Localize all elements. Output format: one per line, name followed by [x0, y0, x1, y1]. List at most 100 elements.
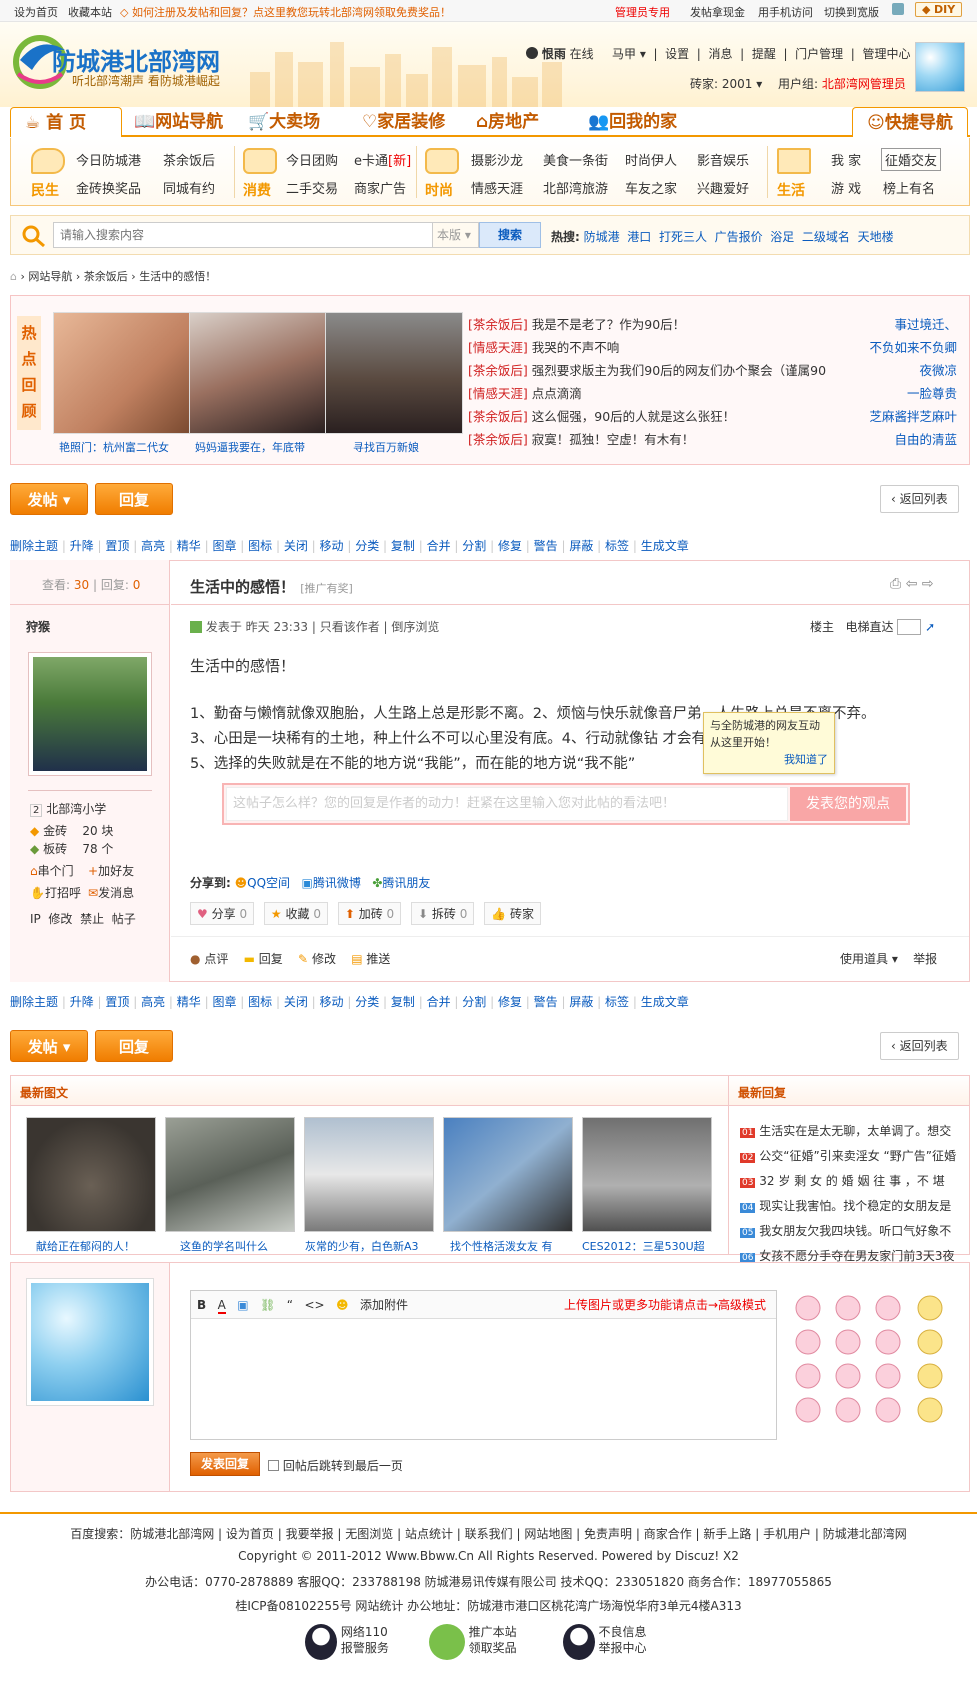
- search-scope-select[interactable]: 本版 ▾: [433, 222, 479, 248]
- author-level[interactable]: 2 北部湾小学: [30, 800, 106, 817]
- nav-my-home[interactable]: 👥回我的家: [588, 107, 677, 137]
- pig-emoji-icon[interactable]: [790, 1290, 960, 1430]
- greet-button[interactable]: ✋打招呼: [30, 884, 81, 901]
- mod-tool-link[interactable]: 删除主题: [10, 539, 58, 553]
- bookmark-link[interactable]: 收藏本站: [68, 4, 112, 20]
- cat-link-myhome[interactable]: 我 家: [831, 150, 861, 169]
- hot-thread[interactable]: [茶余饭后] 强烈要求版主为我们90后的网友们办个聚会（谨属90: [468, 360, 826, 379]
- mod-tool-link[interactable]: 高亮: [141, 539, 165, 553]
- post-new-button[interactable]: 发帖 ▾: [10, 1030, 88, 1062]
- list-item[interactable]: 01 生活实在是太无聊，太单调了。想交: [740, 1120, 956, 1145]
- reply-textarea[interactable]: [191, 1320, 776, 1439]
- footer-link[interactable]: 网站地图: [524, 1527, 572, 1541]
- mod-tool-link[interactable]: 生成文章: [641, 995, 689, 1009]
- hot-thread-user[interactable]: 不负如来不负卿: [869, 337, 957, 356]
- code-icon[interactable]: <>: [304, 1298, 324, 1312]
- mod-tool-link[interactable]: 修复: [498, 539, 522, 553]
- breadcrumb-item[interactable]: 网站导航: [28, 270, 72, 283]
- mod-tool-link[interactable]: 关闭: [284, 539, 308, 553]
- mod-tool-link[interactable]: 移动: [320, 995, 344, 1009]
- latest-image-thumb[interactable]: [443, 1117, 573, 1232]
- cat-link-travel[interactable]: 北部湾旅游: [543, 178, 608, 197]
- diy-button[interactable]: ◆ DIY: [915, 2, 963, 17]
- mod-tool-link[interactable]: 图标: [248, 539, 272, 553]
- prev-thread-icon[interactable]: ⇦: [906, 576, 918, 592]
- mod-tool-link[interactable]: 标签: [605, 539, 629, 553]
- mod-tool-link[interactable]: 删除主题: [10, 995, 58, 1009]
- badge-police[interactable]: 网络110 报警服务: [305, 1624, 425, 1660]
- mod-tool-link[interactable]: 移动: [320, 539, 344, 553]
- search-input[interactable]: [53, 222, 433, 248]
- footer-link[interactable]: 商家合作: [644, 1527, 692, 1541]
- reverse-order-link[interactable]: 倒序浏览: [391, 620, 439, 634]
- post-cash-link[interactable]: 发帖拿现金: [690, 4, 745, 20]
- hot-thread-user[interactable]: 事过境迁、: [894, 314, 957, 333]
- search-button[interactable]: 搜索: [479, 222, 541, 248]
- footer-link[interactable]: 手机用户: [763, 1527, 811, 1541]
- mod-tool-link[interactable]: 屏蔽: [569, 995, 593, 1009]
- tools-dropdown[interactable]: 使用道具 ▾: [840, 952, 898, 966]
- post-tag[interactable]: [推广有奖]: [300, 582, 353, 595]
- cat-link-gold-prize[interactable]: 金砖换奖品: [76, 178, 141, 197]
- footer-link[interactable]: 我要举报: [286, 1527, 334, 1541]
- hot-image[interactable]: [325, 312, 463, 434]
- cat-link-ecard[interactable]: e卡通[新]: [354, 150, 411, 169]
- home-icon[interactable]: ⌂: [10, 270, 17, 283]
- hot-term[interactable]: 二级域名: [802, 230, 850, 244]
- reply-user-avatar[interactable]: [26, 1278, 154, 1406]
- expert-button[interactable]: 👍 砖家: [484, 902, 542, 925]
- user-link-reminders[interactable]: 提醒: [752, 47, 776, 61]
- breadcrumb-item[interactable]: 茶余饭后: [84, 270, 128, 283]
- cat-link-photo[interactable]: 摄影沙龙: [471, 150, 523, 169]
- mod-tool-link[interactable]: 合并: [427, 539, 451, 553]
- latest-image-caption[interactable]: 灰常的少有，白色新A3: [305, 1238, 419, 1254]
- visit-button[interactable]: ⌂串个门: [30, 862, 74, 879]
- list-item[interactable]: 05 我女朋友欠我四块钱。听口气好象不: [740, 1220, 956, 1245]
- mod-tool-link[interactable]: 警告: [534, 995, 558, 1009]
- latest-image-thumb[interactable]: [26, 1117, 156, 1232]
- cat-link-second-hand[interactable]: 二手交易: [286, 178, 338, 197]
- mod-tool-link[interactable]: 图章: [212, 539, 236, 553]
- hot-thread[interactable]: [情感天涯] 点点滴滴: [468, 383, 582, 402]
- cat-link-emotion[interactable]: 情感天涯: [471, 178, 523, 197]
- promo-link[interactable]: ◇ 如何注册及发帖和回复？点这里教您玩转北部湾网领取免费奖品！: [120, 4, 451, 20]
- set-home-link[interactable]: 设为首页: [14, 4, 58, 20]
- quote-icon[interactable]: “: [287, 1298, 293, 1312]
- hot-term[interactable]: 浴足: [770, 230, 794, 244]
- hot-thread[interactable]: [茶余饭后] 寂寞！孤独！空虚！有木有！: [468, 429, 694, 448]
- user-link-admin-center[interactable]: 管理中心: [862, 47, 910, 61]
- post-new-button[interactable]: 发帖 ▾: [10, 483, 88, 515]
- footer-link[interactable]: 设为首页: [226, 1527, 274, 1541]
- mod-tool-link[interactable]: 分割: [462, 539, 486, 553]
- list-item[interactable]: 04 现实让我害怕。找个稳定的女朋友是: [740, 1195, 956, 1220]
- emoji-icon[interactable]: ☻: [336, 1298, 349, 1312]
- footer-link[interactable]: 无图浏览: [345, 1527, 393, 1541]
- hot-image-caption[interactable]: 妈妈逼我要在，年底带: [195, 439, 305, 455]
- mobile-link[interactable]: 用手机访问: [758, 4, 813, 20]
- hot-term[interactable]: 打死三人: [659, 230, 707, 244]
- cat-link-dating[interactable]: 征婚交友: [881, 148, 942, 171]
- push-link[interactable]: 推送: [366, 952, 390, 966]
- admin-ban[interactable]: 禁止: [80, 912, 104, 926]
- hot-thread[interactable]: [茶余饭后] 我是不是老了？作为90后！: [468, 314, 685, 333]
- cat-link-hobby[interactable]: 兴趣爱好: [697, 178, 749, 197]
- footer-link[interactable]: 新手上路: [703, 1527, 751, 1541]
- cat-link-games[interactable]: 游 戏: [831, 178, 861, 197]
- mod-tool-link[interactable]: 关闭: [284, 995, 308, 1009]
- mod-tool-link[interactable]: 置顶: [105, 995, 129, 1009]
- hot-image[interactable]: [53, 312, 191, 434]
- latest-image-thumb[interactable]: [582, 1117, 712, 1232]
- reply-button[interactable]: 回复: [95, 1030, 173, 1062]
- bold-icon[interactable]: B: [197, 1298, 206, 1312]
- mod-tool-link[interactable]: 图标: [248, 995, 272, 1009]
- back-to-list-button[interactable]: ‹ 返回列表: [880, 485, 959, 513]
- cat-link-food[interactable]: 美食一条街: [543, 150, 608, 169]
- report-link[interactable]: 举报: [913, 952, 937, 966]
- font-color-icon[interactable]: A: [217, 1298, 226, 1314]
- mod-tool-link[interactable]: 修复: [498, 995, 522, 1009]
- nav-quick[interactable]: ☺快捷导航: [852, 107, 968, 137]
- user-link-majia[interactable]: 马甲: [612, 47, 636, 61]
- reply-link[interactable]: 回复: [259, 952, 283, 966]
- mod-tool-link[interactable]: 精华: [177, 995, 201, 1009]
- cat-link-merchant-ads[interactable]: 商家广告: [354, 178, 406, 197]
